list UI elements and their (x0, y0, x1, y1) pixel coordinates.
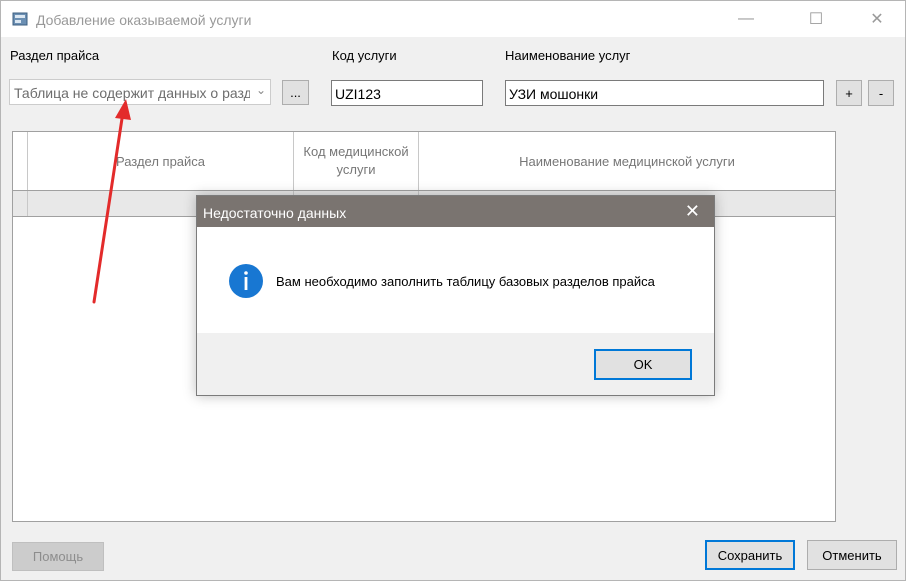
column-header-section[interactable]: Раздел прайса (28, 132, 294, 190)
close-button[interactable]: ✕ (854, 1, 900, 37)
save-button[interactable]: Сохранить (705, 540, 795, 570)
app-icon (12, 12, 28, 26)
minimize-icon: — (738, 10, 754, 27)
maximize-button[interactable]: ☐ (793, 1, 839, 37)
message-dialog: Недостаточно данных ✕ Вам необходимо зап… (196, 195, 715, 396)
column-header-code[interactable]: Код медицинской услуги (294, 132, 419, 190)
help-button[interactable]: Помощь (12, 542, 104, 571)
title-bar: Добавление оказываемой услуги — ☐ ✕ (1, 1, 905, 37)
maximize-icon: ☐ (808, 11, 824, 28)
info-icon (229, 264, 263, 298)
add-button[interactable]: + (836, 80, 862, 106)
name-label: Наименование услуг (505, 48, 631, 63)
name-input[interactable]: УЗИ мошонки (505, 80, 824, 106)
section-label: Раздел прайса (10, 48, 100, 63)
section-combo-value: Таблица не содержит данных о разделах (14, 85, 250, 101)
window-title: Добавление оказываемой услуги (36, 12, 252, 28)
dialog-title-bar: Недостаточно данных ✕ (197, 196, 714, 227)
grid-header: Раздел прайса Код медицинской услуги Наи… (13, 132, 835, 191)
cancel-button[interactable]: Отменить (807, 540, 897, 570)
code-input[interactable]: UZI123 (331, 80, 483, 106)
code-label: Код услуги (332, 48, 397, 63)
dialog-message: Вам необходимо заполнить таблицу базовых… (276, 274, 655, 289)
row-selector[interactable] (13, 191, 28, 216)
minimize-button[interactable]: — (723, 1, 769, 37)
dialog-footer: OK (197, 333, 714, 395)
remove-button[interactable]: - (868, 80, 894, 106)
section-combo[interactable]: Таблица не содержит данных о разделах ⌄ (9, 79, 271, 105)
dialog-close-icon[interactable]: ✕ (685, 201, 700, 222)
ok-button[interactable]: OK (594, 349, 692, 380)
chevron-down-icon[interactable]: ⌄ (256, 83, 266, 97)
dialog-title: Недостаточно данных (203, 205, 347, 221)
close-icon: ✕ (870, 11, 884, 28)
browse-button[interactable]: ... (282, 80, 309, 105)
column-header-name[interactable]: Наименование медицинской услуги (419, 132, 835, 190)
grid-row-header-corner (13, 132, 28, 190)
